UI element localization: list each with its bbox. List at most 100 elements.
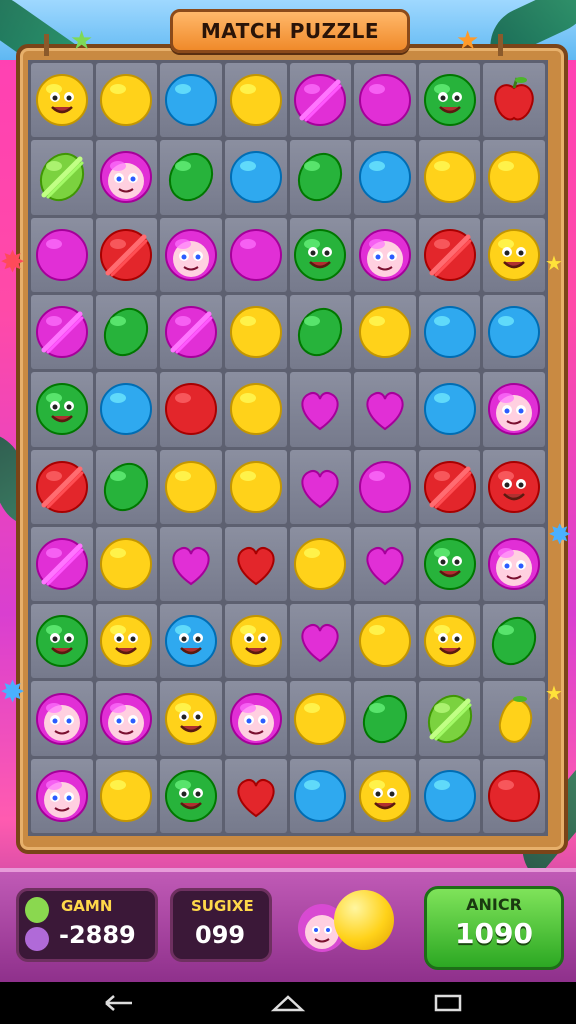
red-face-candy[interactable] bbox=[486, 459, 542, 515]
magenta-candy[interactable] bbox=[34, 227, 90, 283]
board-cell[interactable] bbox=[289, 758, 352, 833]
back-icon[interactable] bbox=[98, 990, 138, 1016]
board-cell[interactable] bbox=[289, 63, 352, 138]
green-face-candy[interactable] bbox=[292, 227, 348, 283]
yellow-face-candy[interactable] bbox=[228, 613, 284, 669]
magenta-heart-candy[interactable] bbox=[357, 381, 413, 437]
board-cell[interactable] bbox=[354, 758, 416, 833]
green-candy[interactable] bbox=[292, 304, 348, 360]
green-face-candy[interactable] bbox=[34, 613, 90, 669]
board-cell[interactable] bbox=[418, 604, 481, 679]
magenta-heart-candy[interactable] bbox=[292, 459, 348, 515]
red-candy[interactable] bbox=[486, 768, 542, 824]
board-cell[interactable] bbox=[289, 372, 352, 447]
board-cell[interactable] bbox=[31, 217, 93, 292]
board-cell[interactable] bbox=[354, 526, 416, 602]
board-cell[interactable] bbox=[95, 294, 158, 370]
magenta-heart-candy[interactable] bbox=[163, 536, 219, 592]
yellow-candy[interactable] bbox=[292, 536, 348, 592]
board-cell[interactable] bbox=[95, 526, 158, 602]
board-cell[interactable] bbox=[160, 140, 222, 215]
board-cell[interactable] bbox=[483, 449, 545, 524]
magenta-striped-candy[interactable] bbox=[163, 304, 219, 360]
board-cell[interactable] bbox=[354, 217, 416, 292]
blue-candy[interactable] bbox=[228, 149, 284, 205]
board-cell[interactable] bbox=[31, 681, 93, 756]
board-cell[interactable] bbox=[418, 217, 481, 292]
home-icon[interactable] bbox=[268, 990, 308, 1016]
board-cell[interactable] bbox=[95, 449, 158, 524]
yellow-candy[interactable] bbox=[163, 459, 219, 515]
red-heart-candy[interactable] bbox=[228, 768, 284, 824]
green-face-candy[interactable] bbox=[422, 536, 478, 592]
board-cell[interactable] bbox=[418, 372, 481, 447]
yellow-candy[interactable] bbox=[228, 72, 284, 128]
lime-striped-candy[interactable] bbox=[422, 691, 478, 747]
yellow-candy[interactable] bbox=[357, 304, 413, 360]
board-cell[interactable] bbox=[418, 449, 481, 524]
green-face-candy[interactable] bbox=[163, 768, 219, 824]
board-cell[interactable] bbox=[289, 140, 352, 215]
board-cell[interactable] bbox=[354, 681, 416, 756]
action-button[interactable]: ANICR 1090 bbox=[424, 886, 564, 970]
magenta-candy[interactable] bbox=[357, 72, 413, 128]
magenta-heart-candy[interactable] bbox=[357, 536, 413, 592]
board-cell[interactable] bbox=[224, 294, 287, 370]
magenta-heart-candy[interactable] bbox=[292, 613, 348, 669]
board-cell[interactable] bbox=[418, 140, 481, 215]
board-cell[interactable] bbox=[224, 758, 287, 833]
lime-striped-candy[interactable] bbox=[34, 149, 90, 205]
board-cell[interactable] bbox=[224, 63, 287, 138]
pink-face-candy[interactable] bbox=[98, 691, 154, 747]
green-face-candy[interactable] bbox=[422, 72, 478, 128]
board-cell[interactable] bbox=[483, 294, 545, 370]
board-cell[interactable] bbox=[31, 140, 93, 215]
pink-face-candy[interactable] bbox=[163, 227, 219, 283]
red-striped-candy[interactable] bbox=[422, 227, 478, 283]
red-candy[interactable] bbox=[163, 381, 219, 437]
pink-face-candy[interactable] bbox=[98, 149, 154, 205]
board-cell[interactable] bbox=[95, 604, 158, 679]
red-striped-candy[interactable] bbox=[34, 459, 90, 515]
yellow-candy[interactable] bbox=[292, 691, 348, 747]
pink-face-candy[interactable] bbox=[357, 227, 413, 283]
green-candy[interactable] bbox=[98, 459, 154, 515]
board-cell[interactable] bbox=[418, 294, 481, 370]
board-cell[interactable] bbox=[483, 604, 545, 679]
pink-face-candy[interactable] bbox=[228, 691, 284, 747]
board-cell[interactable] bbox=[483, 63, 545, 138]
blue-candy[interactable] bbox=[422, 768, 478, 824]
blue-candy[interactable] bbox=[422, 381, 478, 437]
board-cell[interactable] bbox=[160, 681, 222, 756]
board-cell[interactable] bbox=[160, 294, 222, 370]
board-cell[interactable] bbox=[289, 604, 352, 679]
yellow-candy[interactable] bbox=[422, 149, 478, 205]
yellow-face-candy[interactable] bbox=[486, 227, 542, 283]
board-cell[interactable] bbox=[160, 604, 222, 679]
blue-candy[interactable] bbox=[98, 381, 154, 437]
board-cell[interactable] bbox=[224, 372, 287, 447]
board-cell[interactable] bbox=[483, 758, 545, 833]
board-cell[interactable] bbox=[483, 217, 545, 292]
red-striped-candy[interactable] bbox=[98, 227, 154, 283]
blue-face-candy[interactable] bbox=[163, 613, 219, 669]
yellow-candy[interactable] bbox=[98, 72, 154, 128]
yellow-candy[interactable] bbox=[228, 381, 284, 437]
blue-candy[interactable] bbox=[357, 149, 413, 205]
board-cell[interactable] bbox=[95, 758, 158, 833]
blue-candy[interactable] bbox=[422, 304, 478, 360]
board-cell[interactable] bbox=[418, 758, 481, 833]
board-cell[interactable] bbox=[483, 526, 545, 602]
board-cell[interactable] bbox=[289, 449, 352, 524]
board-cell[interactable] bbox=[224, 526, 287, 602]
board-cell[interactable] bbox=[31, 526, 93, 602]
yellow-candy[interactable] bbox=[357, 613, 413, 669]
board-cell[interactable] bbox=[31, 758, 93, 833]
board-cell[interactable] bbox=[31, 604, 93, 679]
yellow-candy[interactable] bbox=[228, 459, 284, 515]
board-cell[interactable] bbox=[354, 63, 416, 138]
board-cell[interactable] bbox=[95, 681, 158, 756]
board-cell[interactable] bbox=[289, 681, 352, 756]
board-cell[interactable] bbox=[160, 63, 222, 138]
green-candy[interactable] bbox=[486, 613, 542, 669]
